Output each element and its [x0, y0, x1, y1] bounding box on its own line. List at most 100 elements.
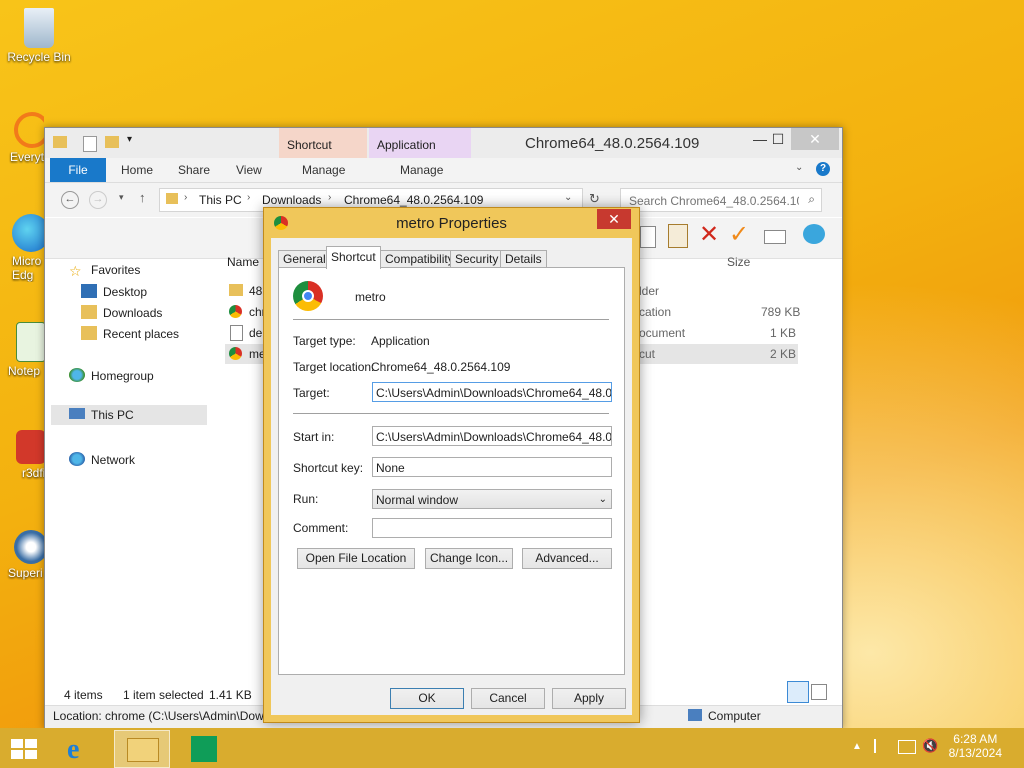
nav-label: Downloads [103, 306, 163, 320]
dialog-close-button[interactable]: ✕ [597, 209, 631, 229]
maximize-button[interactable]: ☐ [763, 128, 793, 150]
breadcrumb-this-pc[interactable]: This PC [199, 193, 242, 207]
copy-path-icon[interactable] [640, 226, 656, 248]
change-icon-button[interactable]: Change Icon... [425, 548, 513, 569]
desktop-icon [81, 284, 97, 298]
nav-network[interactable]: Network [69, 452, 135, 467]
open-icon[interactable] [803, 224, 825, 244]
column-header-size[interactable]: Size [727, 255, 750, 269]
comment-field[interactable] [372, 518, 612, 538]
start-button[interactable] [0, 730, 48, 766]
tab-label: File [68, 163, 88, 177]
notepad-icon [16, 322, 44, 362]
breadcrumb-folder[interactable]: Chrome64_48.0.2564.109 [344, 193, 483, 207]
ok-button[interactable]: OK [390, 688, 464, 709]
tab-file[interactable]: File [50, 158, 106, 182]
properties-icon[interactable] [83, 136, 97, 152]
rename-icon[interactable]: ✓ [729, 220, 749, 249]
customize-toolbar-icon[interactable]: ▾ [127, 134, 132, 145]
taskbar-internet-explorer[interactable]: e [55, 730, 109, 766]
list-item-size: 2 KB [770, 347, 797, 361]
desktop-icon-recycle-bin[interactable]: Recycle Bin [4, 8, 74, 64]
back-icon[interactable]: ← [61, 191, 79, 209]
network-icon [69, 452, 85, 466]
dialog-tabs: General Shortcut Compatibility Security … [278, 246, 625, 269]
navigation-pane: ☆ Favorites Desktop Downloads Recent plac… [45, 259, 210, 692]
up-icon[interactable]: ↑ [139, 190, 146, 205]
desktop-icon-r3dfox[interactable]: r3dfi [0, 430, 44, 480]
refresh-icon[interactable]: ↻ [589, 191, 600, 207]
computer-icon [688, 709, 702, 721]
taskbar-file-explorer[interactable] [114, 730, 170, 768]
taskbar-store[interactable] [177, 730, 231, 766]
desktop-icon-edge[interactable]: Micro Edg [0, 214, 44, 282]
tab-view[interactable]: View [236, 158, 262, 182]
nav-desktop[interactable]: Desktop [81, 284, 147, 299]
tab-share[interactable]: Share [178, 158, 210, 182]
volume-muted-icon[interactable]: 🔇 [922, 738, 938, 754]
clock-date: 8/13/2024 [948, 746, 1002, 760]
action-center-flag-icon[interactable] [874, 739, 890, 753]
context-tab-application-tools[interactable]: Application Tools [369, 128, 471, 186]
tab-manage-shortcut[interactable]: Manage [302, 158, 345, 182]
start-in-field[interactable]: C:\Users\Admin\Downloads\Chrome64_48.0.2… [372, 426, 612, 446]
tab-compatibility[interactable]: Compatibility [380, 250, 459, 268]
desktop-icon-label: r3dfi [22, 466, 44, 480]
target-location-label: Target location: [293, 360, 375, 374]
nav-recent-places[interactable]: Recent places [81, 326, 179, 341]
tab-manage-application[interactable]: Manage [400, 158, 443, 182]
forward-icon[interactable]: → [89, 191, 107, 209]
open-file-location-button[interactable]: Open File Location [297, 548, 415, 569]
desktop-icon-everything[interactable]: Everyt [0, 112, 44, 164]
target-field[interactable]: C:\Users\Admin\Downloads\Chrome64_48.0.2… [372, 382, 612, 402]
network-tray-icon[interactable] [898, 740, 916, 754]
properties-dialog: metro Properties ✕ General Shortcut Comp… [263, 207, 640, 723]
tab-general[interactable]: General [278, 250, 331, 268]
nav-label: Favorites [91, 263, 141, 277]
apply-button[interactable]: Apply [552, 688, 626, 709]
tab-home[interactable]: Home [121, 158, 153, 182]
tab-security[interactable]: Security [450, 250, 504, 268]
tab-details[interactable]: Details [500, 250, 547, 268]
nav-downloads[interactable]: Downloads [81, 305, 162, 320]
shortcut-key-field[interactable]: None [372, 457, 612, 477]
recent-locations-icon[interactable]: ▾ [119, 192, 124, 203]
context-tab-shortcut-tools[interactable]: Shortcut Tools [279, 128, 367, 186]
clock[interactable]: 6:28 AM 8/13/2024 [949, 732, 1002, 760]
paste-icon[interactable] [668, 224, 688, 248]
search-input[interactable] [627, 193, 801, 209]
downloads-icon [81, 305, 97, 319]
nav-homegroup[interactable]: Homegroup [69, 368, 154, 383]
nav-favorites[interactable]: ☆ Favorites [69, 263, 140, 280]
breadcrumb-downloads[interactable]: Downloads [262, 193, 321, 207]
delete-icon[interactable]: ✕ [699, 220, 719, 249]
large-icons-view-icon[interactable] [811, 684, 827, 700]
target-location-value: Chrome64_48.0.2564.109 [371, 360, 511, 374]
search-box[interactable]: ⌕ [620, 188, 822, 212]
shortcut-key-label: Shortcut key: [293, 461, 364, 475]
tab-shortcut[interactable]: Shortcut [326, 246, 381, 269]
new-folder-icon[interactable] [105, 136, 119, 148]
list-item-type: lder [639, 284, 660, 298]
nav-label: Desktop [103, 285, 148, 299]
column-header-name[interactable]: Name [227, 255, 259, 269]
shortcut-app-icon [293, 281, 323, 311]
properties-icon[interactable] [764, 230, 786, 244]
run-select[interactable]: Normal window ⌄ [372, 489, 612, 509]
show-hidden-icons-icon[interactable]: ▲ [852, 741, 862, 752]
cancel-button[interactable]: Cancel [471, 688, 545, 709]
list-item-type: cut [639, 347, 656, 361]
expand-ribbon-icon[interactable]: ⌄ [795, 162, 803, 173]
desktop-icon-super[interactable]: Superi [0, 530, 44, 580]
close-button[interactable]: ✕ [791, 128, 839, 150]
folder-icon [53, 136, 67, 148]
window-title: Chrome64_48.0.2564.109 [525, 135, 700, 152]
separator [293, 319, 609, 320]
nav-this-pc[interactable]: This PC [51, 405, 207, 425]
tab-label: Manage [302, 163, 346, 177]
address-dropdown-icon[interactable]: ⌄ [564, 192, 572, 203]
details-view-icon[interactable] [787, 681, 809, 703]
desktop-icon-notepad[interactable]: Notep [0, 322, 44, 378]
advanced-button[interactable]: Advanced... [522, 548, 612, 569]
help-icon[interactable]: ? [816, 162, 830, 176]
